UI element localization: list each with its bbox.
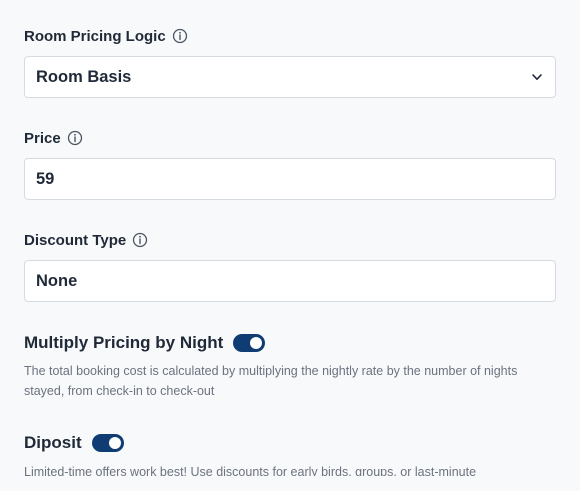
info-icon[interactable] xyxy=(172,28,188,44)
multiply-pricing-toggle[interactable] xyxy=(233,334,266,352)
discount-type-value: None xyxy=(36,271,78,290)
price-input[interactable]: 59 xyxy=(24,158,556,200)
deposit-label: Diposit xyxy=(24,433,82,452)
multiply-pricing-label: Multiply Pricing by Night xyxy=(24,333,224,352)
info-icon[interactable] xyxy=(67,130,83,146)
multiply-pricing-description: The total booking cost is calculated by … xyxy=(24,364,518,398)
room-pricing-select[interactable]: Room Basis xyxy=(24,56,556,98)
deposit-row: Diposit xyxy=(24,431,556,455)
price-label: Price xyxy=(24,129,61,147)
multiply-pricing-field: Multiply Pricing by Night The total book… xyxy=(24,331,556,401)
price-field: Price 59 xyxy=(24,127,556,200)
multiply-pricing-row: Multiply Pricing by Night xyxy=(24,331,556,355)
room-pricing-label: Room Pricing Logic xyxy=(24,27,166,45)
info-icon[interactable] xyxy=(132,232,148,248)
price-value: 59 xyxy=(36,169,55,188)
room-pricing-label-row: Room Pricing Logic xyxy=(24,25,556,47)
deposit-field: Diposit Limited-time offers work best! U… xyxy=(24,431,556,476)
discount-type-field: Discount Type None xyxy=(24,229,556,302)
discount-type-label-row: Discount Type xyxy=(24,229,556,251)
pricing-settings-panel: Room Pricing Logic Room Basis Price 59 D… xyxy=(0,0,580,491)
toggle-knob xyxy=(250,337,263,349)
toggle-knob xyxy=(108,437,121,449)
chevron-down-icon xyxy=(530,70,544,84)
discount-type-select[interactable]: None xyxy=(24,260,556,302)
room-pricing-field: Room Pricing Logic Room Basis xyxy=(24,25,556,98)
discount-type-label: Discount Type xyxy=(24,231,127,249)
deposit-toggle[interactable] xyxy=(91,434,124,452)
price-label-row: Price xyxy=(24,127,556,149)
deposit-description: Limited-time offers work best! Use disco… xyxy=(24,465,477,476)
room-pricing-value: Room Basis xyxy=(36,67,132,86)
